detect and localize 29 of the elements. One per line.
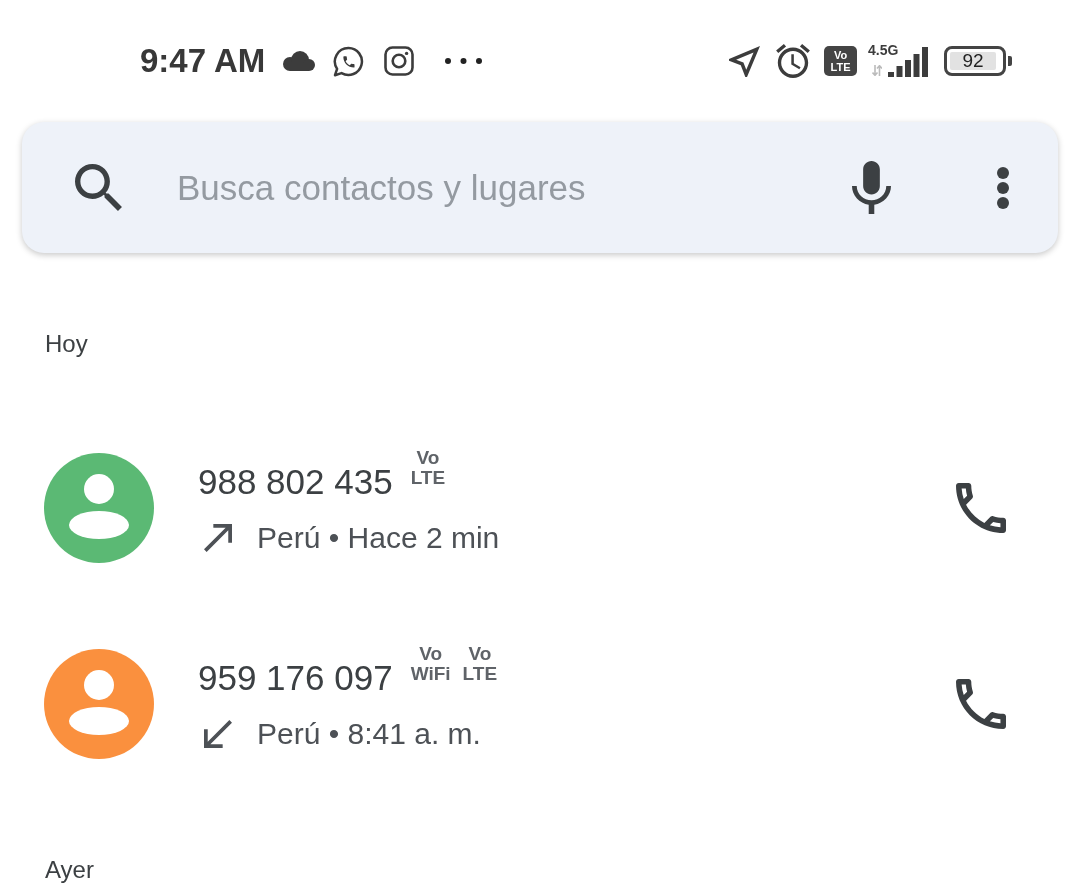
section-header: Ayer bbox=[45, 856, 94, 884]
phone-number: 988 802 435 bbox=[198, 461, 393, 503]
battery-percentage: 92 bbox=[950, 52, 996, 70]
alarm-clock-icon bbox=[776, 44, 810, 78]
clock-time: 9:47 AM bbox=[140, 42, 266, 80]
navigation-arrow-icon bbox=[729, 45, 760, 77]
phone-icon[interactable] bbox=[956, 679, 1006, 729]
more-dots-icon bbox=[445, 58, 483, 64]
search-bar[interactable]: Busca contactos y lugares bbox=[22, 122, 1058, 253]
microphone-icon[interactable] bbox=[852, 161, 891, 214]
call-type-label: Vo WiFi bbox=[410, 644, 451, 684]
cloud-icon bbox=[283, 51, 316, 71]
incoming-call-arrow-icon bbox=[204, 720, 232, 748]
call-type-label: Vo LTE bbox=[462, 644, 498, 684]
search-icon[interactable] bbox=[75, 164, 122, 211]
phone-icon[interactable] bbox=[956, 483, 1006, 533]
section-header: Hoy bbox=[45, 330, 88, 358]
volte-badge: Vo LTE bbox=[824, 46, 857, 76]
outgoing-call-arrow-icon bbox=[204, 524, 232, 552]
call-type-label: Vo LTE bbox=[410, 448, 446, 488]
search-field[interactable]: Busca contactos y lugares bbox=[177, 157, 832, 218]
data-activity-icon bbox=[872, 65, 882, 76]
phone-number: 959 176 097 bbox=[198, 657, 393, 699]
more-options-icon[interactable] bbox=[996, 165, 1010, 210]
camera-icon bbox=[384, 46, 415, 76]
call-details: Perú • Hace 2 min bbox=[257, 520, 500, 556]
call-details: Perú • 8:41 a. m. bbox=[257, 716, 481, 752]
network-type: 4.5G bbox=[868, 42, 899, 58]
chat-phone-icon bbox=[332, 44, 366, 78]
